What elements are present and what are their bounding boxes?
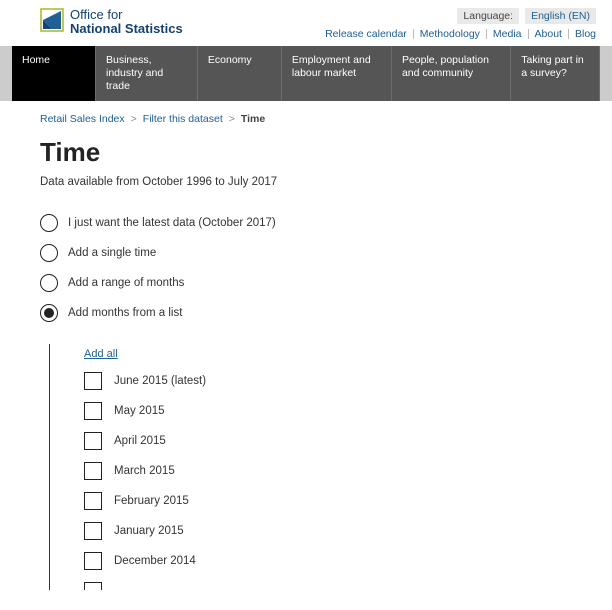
top-link-release-calendar[interactable]: Release calendar	[325, 28, 407, 40]
add-all-link[interactable]: Add all	[84, 348, 118, 360]
nav-economy[interactable]: Economy	[198, 46, 282, 101]
month-checkbox[interactable]: March 2015	[84, 462, 572, 480]
nav-employment[interactable]: Employment and labour market	[282, 46, 392, 101]
radio-icon	[40, 214, 58, 232]
month-checkbox[interactable]	[84, 582, 572, 590]
checkbox-icon	[84, 552, 102, 570]
language-selector[interactable]: Language: English (EN)	[457, 8, 596, 24]
month-label: April 2015	[114, 435, 166, 447]
radio-months-list[interactable]: Add months from a list	[40, 304, 572, 322]
breadcrumb-filter-dataset[interactable]: Filter this dataset	[143, 113, 223, 125]
ons-logo[interactable]: Office for National Statistics	[40, 8, 183, 37]
header-right: Language: English (EN) Release calendar …	[325, 8, 596, 40]
month-checkbox[interactable]: June 2015 (latest)	[84, 372, 572, 390]
nav-people[interactable]: People, population and community	[392, 46, 511, 101]
radio-icon	[40, 304, 58, 322]
nav-business[interactable]: Business, industry and trade	[96, 46, 198, 101]
nav-home[interactable]: Home	[12, 46, 96, 101]
radio-icon	[40, 244, 58, 262]
checkbox-icon	[84, 432, 102, 450]
time-selection-radios: I just want the latest data (October 201…	[40, 214, 572, 590]
top-link-about[interactable]: About	[535, 28, 562, 40]
month-checkbox[interactable]: February 2015	[84, 492, 572, 510]
radio-label: Add months from a list	[68, 307, 182, 319]
header: Office for National Statistics Language:…	[0, 0, 612, 44]
month-label: June 2015 (latest)	[114, 375, 206, 387]
language-label: Language:	[457, 8, 519, 24]
month-checkbox[interactable]: April 2015	[84, 432, 572, 450]
radio-label: Add a single time	[68, 247, 156, 259]
breadcrumb: Retail Sales Index > Filter this dataset…	[0, 101, 612, 125]
month-checkbox[interactable]: December 2014	[84, 552, 572, 570]
checkbox-icon	[84, 372, 102, 390]
checkbox-icon	[84, 492, 102, 510]
top-link-methodology[interactable]: Methodology	[420, 28, 480, 40]
radio-range-months[interactable]: Add a range of months	[40, 274, 572, 292]
ons-logo-text: Office for National Statistics	[70, 8, 183, 37]
nav-survey[interactable]: Taking part in a survey?	[511, 46, 600, 101]
checkbox-icon	[84, 522, 102, 540]
checkbox-icon	[84, 402, 102, 420]
month-checkbox[interactable]: January 2015	[84, 522, 572, 540]
month-label: February 2015	[114, 495, 189, 507]
months-list-panel: Add all June 2015 (latest) May 2015 Apri…	[49, 344, 572, 590]
page-title: Time	[40, 137, 572, 168]
top-links: Release calendar Methodology Media About…	[325, 28, 596, 40]
month-checkbox-cutoff	[84, 582, 572, 590]
month-label: December 2014	[114, 555, 196, 567]
top-link-media[interactable]: Media	[493, 28, 522, 40]
radio-single-time[interactable]: Add a single time	[40, 244, 572, 262]
month-label: January 2015	[114, 525, 184, 537]
page-subtitle: Data available from October 1996 to July…	[40, 176, 572, 188]
checkbox-icon	[84, 462, 102, 480]
breadcrumb-retail-sales[interactable]: Retail Sales Index	[40, 113, 125, 125]
checkbox-icon	[84, 582, 102, 590]
month-checkbox[interactable]: May 2015	[84, 402, 572, 420]
language-value: English (EN)	[525, 8, 596, 24]
page-content: Time Data available from October 1996 to…	[0, 125, 612, 610]
navbar: Home Business, industry and trade Econom…	[0, 46, 612, 101]
month-label: March 2015	[114, 465, 175, 477]
radio-label: I just want the latest data (October 201…	[68, 217, 276, 229]
breadcrumb-sep: >	[131, 113, 137, 125]
radio-icon	[40, 274, 58, 292]
breadcrumb-sep: >	[229, 113, 235, 125]
radio-latest-data[interactable]: I just want the latest data (October 201…	[40, 214, 572, 232]
ons-logo-icon	[40, 8, 64, 32]
radio-label: Add a range of months	[68, 277, 184, 289]
month-label: May 2015	[114, 405, 165, 417]
top-link-blog[interactable]: Blog	[575, 28, 596, 40]
breadcrumb-current: Time	[241, 113, 265, 125]
